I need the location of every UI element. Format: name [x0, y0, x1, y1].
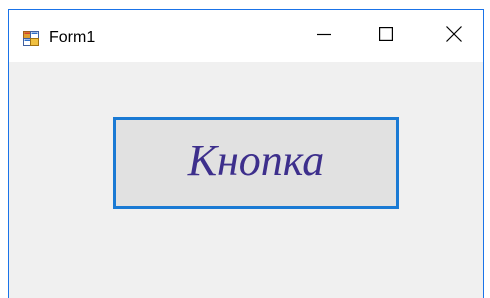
window-title: Form1	[49, 29, 96, 46]
minimize-icon	[317, 27, 331, 46]
form-window: Form1 Кнопка	[8, 9, 484, 298]
title-bar[interactable]: Form1	[9, 10, 483, 62]
maximize-icon	[379, 26, 394, 46]
minimize-button[interactable]	[301, 10, 347, 62]
close-icon	[446, 25, 462, 47]
form-client-area: Кнопка	[9, 62, 483, 298]
main-button[interactable]: Кнопка	[113, 117, 399, 209]
close-button[interactable]	[431, 10, 477, 62]
main-button-label: Кнопка	[187, 136, 325, 185]
maximize-button[interactable]	[363, 10, 409, 62]
winforms-app-icon	[23, 30, 39, 46]
